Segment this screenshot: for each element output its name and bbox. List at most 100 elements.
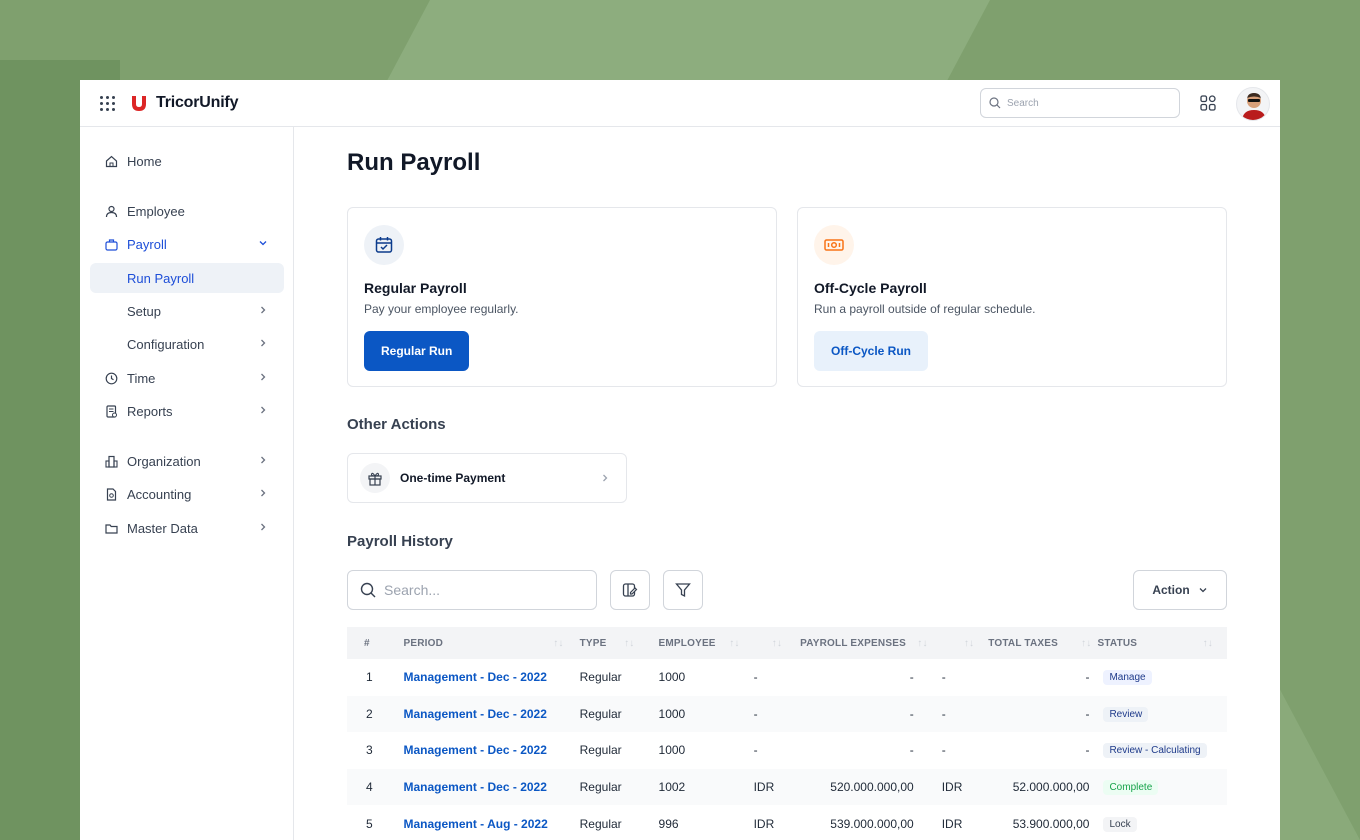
expense-currency-cell: IDR <box>753 816 775 831</box>
one-time-payment-row[interactable]: One-time Payment <box>347 453 627 503</box>
main-content: Run Payroll Regular Payroll Pay your emp… <box>294 127 1280 840</box>
column-header-period[interactable]: PERIOD ↑↓ <box>392 627 580 659</box>
search-placeholder: Search <box>1007 97 1039 109</box>
period-cell: Management - Dec - 2022 <box>392 769 580 806</box>
filter-button[interactable] <box>663 570 703 610</box>
chevron-right-icon <box>261 489 266 497</box>
status-cell: Complete <box>1097 769 1227 806</box>
row-index: 1 <box>366 670 373 685</box>
sidebar-item-label: Accounting <box>127 486 192 502</box>
employee-cell: 1002 <box>658 780 686 795</box>
off-cycle-payroll-description: Run a payroll outside of regular schedul… <box>814 302 1036 316</box>
search-placeholder: Search... <box>384 582 441 598</box>
column-settings-button[interactable] <box>610 570 650 610</box>
table-row[interactable]: 5 Management - Aug - 2022 Regular 996 ID… <box>347 805 1227 840</box>
tax-currency-cell: - <box>941 670 946 685</box>
top-bar: TricorUnify Search <box>80 80 1280 127</box>
sidebar-item-run-payroll[interactable]: Run Payroll <box>90 263 284 293</box>
money-bill-icon <box>814 225 854 265</box>
column-header-total-taxes[interactable]: TOTAL TAXES ↑↓ <box>988 627 1097 659</box>
sidebar-item-time[interactable]: Time <box>90 363 284 393</box>
payroll-expenses-cell: - <box>909 670 914 685</box>
column-header-payroll-expenses[interactable]: PAYROLL EXPENSES ↑↓ <box>800 627 942 659</box>
table-row[interactable]: 2 Management - Dec - 2022 Regular 1000 -… <box>347 695 1227 733</box>
global-search-input[interactable]: Search <box>980 88 1180 118</box>
sidebar-item-label: Setup <box>127 303 161 319</box>
table-row[interactable]: 1 Management - Dec - 2022 Regular 1000 -… <box>347 659 1227 696</box>
status-badge[interactable]: Review <box>1103 706 1149 722</box>
row-index: 3 <box>366 743 373 758</box>
sidebar-item-employee[interactable]: Employee <box>90 196 284 226</box>
period-cell: Management - Aug - 2022 <box>392 805 580 840</box>
sidebar-item-reports[interactable]: Reports <box>90 396 284 426</box>
row-index: 4 <box>366 780 373 795</box>
folder-icon <box>104 521 118 535</box>
tax-currency-cell: - <box>941 743 946 758</box>
sort-icon[interactable]: ↑↓ <box>729 638 739 649</box>
app-launcher-icon[interactable] <box>98 94 116 112</box>
sidebar-item-home[interactable]: Home <box>90 146 284 176</box>
row-index: 5 <box>366 816 373 831</box>
sidebar-item-accounting[interactable]: Accounting <box>90 479 284 509</box>
status-badge[interactable]: Lock <box>1103 816 1137 832</box>
sidebar-item-setup[interactable]: Setup <box>90 296 284 326</box>
sidebar-item-payroll[interactable]: Payroll <box>90 229 284 259</box>
table-row[interactable]: 4 Management - Dec - 2022 Regular 1002 I… <box>347 768 1227 806</box>
sort-icon[interactable]: ↑↓ <box>1081 638 1091 649</box>
column-header-employee[interactable]: EMPLOYEE ↑↓ <box>659 627 754 659</box>
building-icon <box>104 454 118 468</box>
period-link[interactable]: Management - Dec - 2022 <box>404 743 547 757</box>
expense-currency-cell: - <box>753 670 758 685</box>
apps-grid-icon[interactable] <box>1200 95 1216 111</box>
document-icon <box>104 487 118 501</box>
user-avatar[interactable] <box>1236 87 1270 121</box>
avatar-icon <box>1242 93 1266 120</box>
sort-icon[interactable]: ↑↓ <box>964 638 974 649</box>
column-header-status[interactable]: STATUS ↑↓ <box>1097 627 1227 659</box>
sort-icon[interactable]: ↑↓ <box>1203 638 1213 649</box>
total-taxes-cell: 53.900.000,00 <box>1012 816 1090 831</box>
expense-currency-cell: IDR <box>753 780 775 795</box>
total-taxes-cell: 52.000.000,00 <box>1012 780 1090 795</box>
payroll-expenses-cell: 539.000.000,00 <box>830 816 914 831</box>
sidebar-item-label: Configuration <box>127 336 205 352</box>
column-header-expenses-extra: ↑↓ <box>942 627 989 659</box>
calendar-check-icon <box>364 225 404 265</box>
sort-icon[interactable]: ↑↓ <box>917 638 927 649</box>
total-taxes-cell: - <box>1085 706 1090 721</box>
sidebar-item-configuration[interactable]: Configuration <box>90 329 284 359</box>
off-cycle-run-button[interactable]: Off-Cycle Run <box>814 331 929 371</box>
sidebar-item-organization[interactable]: Organization <box>90 446 284 476</box>
briefcase-icon <box>104 237 118 251</box>
period-link[interactable]: Management - Dec - 2022 <box>404 780 547 794</box>
period-link[interactable]: Management - Aug - 2022 <box>404 817 548 831</box>
table-row[interactable]: 3 Management - Dec - 2022 Regular 1000 -… <box>347 732 1227 769</box>
period-link[interactable]: Management - Dec - 2022 <box>404 707 547 721</box>
history-search-input[interactable]: Search... <box>347 570 597 610</box>
column-header-type[interactable]: TYPE ↑↓ <box>580 627 659 659</box>
period-link[interactable]: Management - Dec - 2022 <box>404 670 547 684</box>
column-header-employee-extra: ↑↓ <box>754 627 801 659</box>
status-cell: Review <box>1097 696 1227 733</box>
type-cell: Regular <box>579 816 622 831</box>
user-icon <box>104 204 118 218</box>
brand-name[interactable]: TricorUnify <box>156 94 238 112</box>
action-dropdown-button[interactable]: Action <box>1133 570 1227 610</box>
column-header-index[interactable]: # <box>347 627 392 659</box>
regular-run-button[interactable]: Regular Run <box>364 331 470 371</box>
status-badge[interactable]: Complete <box>1103 780 1159 796</box>
employee-cell: 1000 <box>658 706 686 721</box>
status-badge[interactable]: Review - Calculating <box>1103 743 1207 759</box>
brand-logo-icon <box>132 96 146 111</box>
one-time-payment-label: One-time Payment <box>400 471 506 485</box>
sidebar-item-label: Time <box>127 370 156 386</box>
sort-icon[interactable]: ↑↓ <box>624 638 634 649</box>
type-cell: Regular <box>579 743 622 758</box>
status-badge[interactable]: Manage <box>1103 670 1152 686</box>
page-title: Run Payroll <box>347 149 481 176</box>
sort-icon[interactable]: ↑↓ <box>553 638 563 649</box>
sidebar-item-master-data[interactable]: Master Data <box>90 513 284 543</box>
sort-icon[interactable]: ↑↓ <box>772 638 782 649</box>
report-icon <box>104 404 118 418</box>
employee-cell: 1000 <box>658 743 686 758</box>
